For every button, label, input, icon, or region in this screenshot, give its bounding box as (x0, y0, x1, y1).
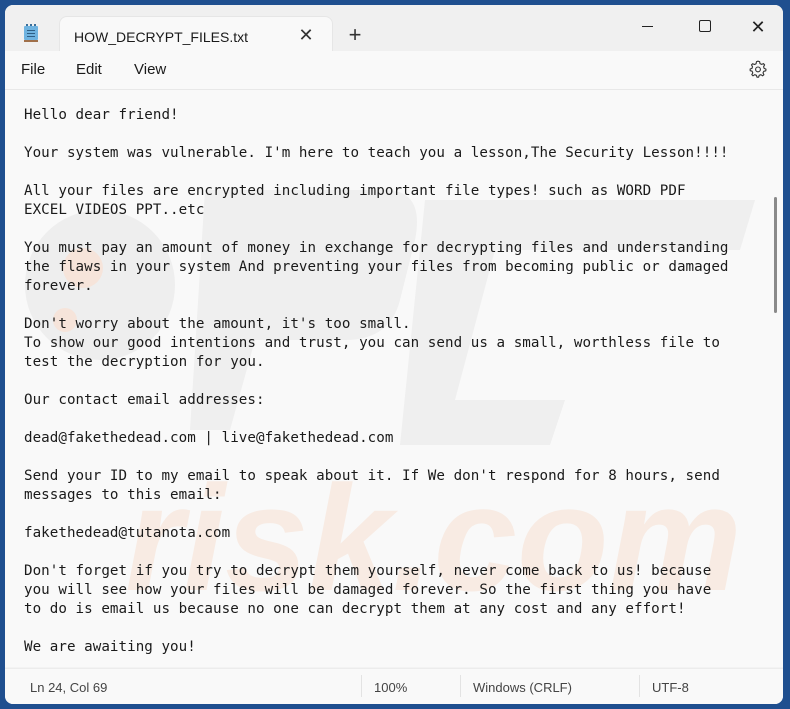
document-text[interactable]: Hello dear friend! Your system was vulne… (24, 106, 764, 657)
close-button[interactable]: ✕ (738, 13, 778, 41)
notepad-window: HOW_DECRYPT_FILES.txt ✕ + ✕ File Edit Vi… (5, 5, 783, 704)
gear-icon[interactable] (748, 59, 768, 79)
status-divider (460, 675, 461, 697)
menu-view[interactable]: View (134, 61, 166, 78)
line-ending[interactable]: Windows (CRLF) (473, 680, 572, 695)
text-editor[interactable]: risk.com Hello dear friend! Your system … (5, 90, 783, 667)
encoding[interactable]: UTF-8 (652, 680, 689, 695)
status-divider (639, 675, 640, 697)
minimize-button[interactable] (628, 13, 668, 41)
menu-edit[interactable]: Edit (76, 61, 102, 78)
title-bar: HOW_DECRYPT_FILES.txt ✕ + ✕ (5, 5, 783, 57)
tab-title: HOW_DECRYPT_FILES.txt (74, 29, 249, 45)
tab-close-icon[interactable]: ✕ (296, 25, 316, 45)
vertical-scrollbar[interactable] (774, 197, 777, 313)
menu-bar: File Edit View (5, 51, 783, 90)
menu-file[interactable]: File (21, 61, 45, 78)
zoom-level[interactable]: 100% (374, 680, 407, 695)
status-bar: Ln 24, Col 69 100% Windows (CRLF) UTF-8 (5, 668, 783, 704)
maximize-button[interactable] (685, 13, 725, 41)
notepad-icon (24, 23, 38, 42)
cursor-position: Ln 24, Col 69 (30, 680, 108, 695)
status-divider (361, 675, 362, 697)
new-tab-button[interactable]: + (345, 24, 365, 46)
